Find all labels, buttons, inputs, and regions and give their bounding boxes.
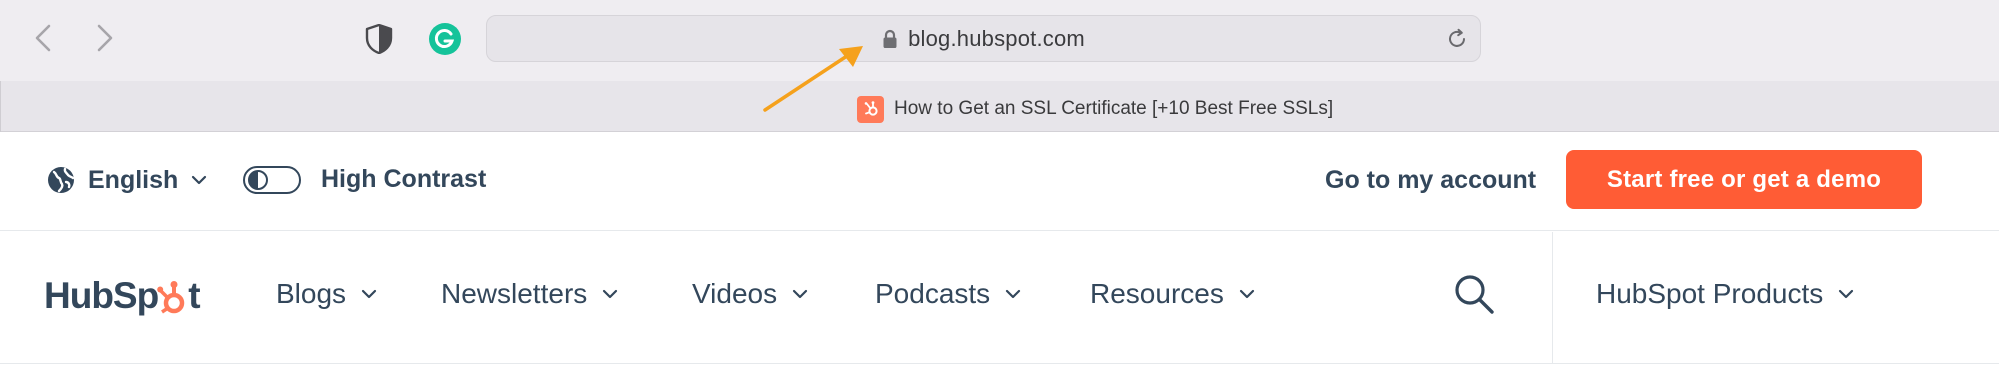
chevron-down-icon bbox=[603, 289, 618, 299]
high-contrast-toggle[interactable]: High Contrast bbox=[243, 165, 486, 194]
high-contrast-label: High Contrast bbox=[321, 165, 487, 193]
contrast-switch[interactable] bbox=[243, 165, 301, 194]
back-button[interactable] bbox=[28, 20, 58, 56]
reload-button[interactable] bbox=[1446, 28, 1468, 50]
forward-button[interactable] bbox=[90, 20, 120, 56]
start-free-demo-button[interactable]: Start free or get a demo bbox=[1566, 150, 1922, 209]
forward-icon bbox=[97, 24, 113, 52]
reload-icon bbox=[1449, 28, 1465, 47]
search-icon bbox=[1455, 275, 1494, 314]
privacy-shield-button[interactable] bbox=[365, 23, 393, 55]
chevron-down-icon bbox=[793, 289, 808, 299]
globe-icon bbox=[48, 167, 75, 193]
chevron-down-icon bbox=[1006, 289, 1021, 299]
shield-icon bbox=[365, 23, 393, 55]
main-navigation: HubSp t Blogs Newsletters Videos Podcast… bbox=[0, 232, 1999, 364]
language-selector[interactable]: English bbox=[46, 165, 208, 195]
nav-item-resources[interactable]: Resources bbox=[1090, 278, 1256, 310]
search-button[interactable] bbox=[1452, 272, 1496, 316]
language-label: English bbox=[88, 165, 179, 194]
sprocket-icon bbox=[157, 281, 185, 314]
grammarly-extension-button[interactable] bbox=[429, 23, 461, 55]
chevron-down-icon bbox=[1239, 289, 1254, 299]
browser-toolbar: blog.hubspot.com bbox=[0, 0, 1999, 81]
chevron-down-icon bbox=[361, 289, 377, 299]
nav-item-blogs[interactable]: Blogs bbox=[276, 278, 378, 310]
nav-item-label: Podcasts bbox=[875, 278, 991, 309]
nav-item-newsletters[interactable]: Newsletters bbox=[441, 278, 619, 310]
logo-text-right: t bbox=[188, 275, 200, 316]
active-tab[interactable]: How to Get an SSL Certificate [+10 Best … bbox=[857, 95, 1333, 123]
hubspot-products-menu[interactable]: HubSpot Products bbox=[1596, 278, 1855, 310]
go-to-account-link[interactable]: Go to my account bbox=[1325, 166, 1536, 195]
nav-item-label: Resources bbox=[1090, 278, 1224, 309]
lock-icon bbox=[883, 29, 897, 48]
annotation-arrow bbox=[763, 46, 863, 112]
tab-divider bbox=[0, 81, 1, 132]
nav-item-videos[interactable]: Videos bbox=[692, 278, 809, 310]
chevron-down-icon bbox=[1839, 289, 1854, 299]
nav-divider bbox=[1552, 232, 1553, 364]
products-label: HubSpot Products bbox=[1596, 278, 1824, 309]
logo-text-left: HubSp bbox=[44, 275, 159, 316]
hubspot-logo[interactable]: HubSp t bbox=[44, 274, 201, 318]
back-icon bbox=[35, 24, 51, 52]
grammarly-icon bbox=[434, 29, 455, 48]
address-bar[interactable]: blog.hubspot.com bbox=[486, 15, 1481, 62]
nav-item-label: Videos bbox=[692, 278, 778, 309]
nav-item-label: Blogs bbox=[276, 278, 347, 309]
nav-item-podcasts[interactable]: Podcasts bbox=[875, 278, 1022, 310]
tab-title: How to Get an SSL Certificate [+10 Best … bbox=[894, 98, 1334, 119]
nav-item-label: Newsletters bbox=[441, 278, 588, 309]
utility-bar: English High Contrast Go to my account S… bbox=[0, 132, 1999, 231]
contrast-icon bbox=[248, 169, 268, 190]
url-text[interactable]: blog.hubspot.com bbox=[908, 26, 1085, 52]
chevron-down-icon bbox=[192, 175, 207, 185]
